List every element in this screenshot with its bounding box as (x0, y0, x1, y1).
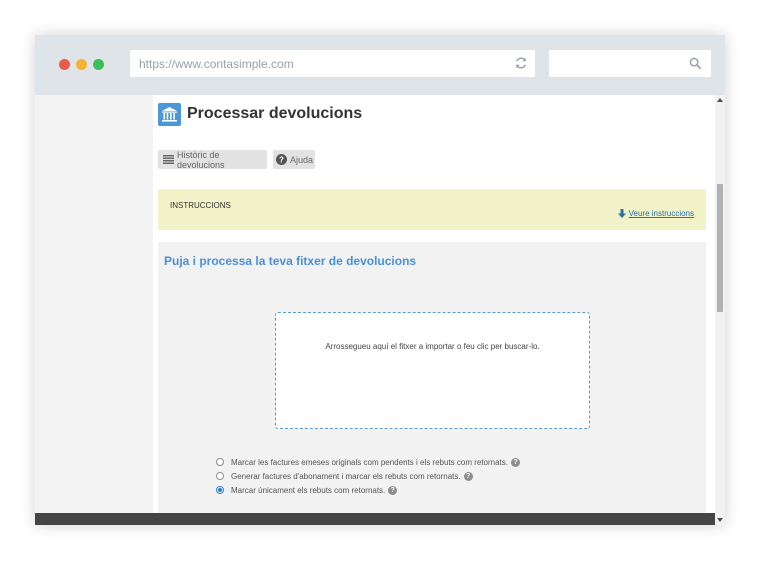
scroll-down-arrow-icon[interactable] (717, 517, 723, 523)
option-label: Marcar les factures emeses originals com… (231, 457, 509, 467)
upload-panel: Puja i processa la teva fitxer de devolu… (158, 242, 706, 525)
radio-mark-invoices-pending[interactable] (216, 458, 224, 466)
address-bar-url: https://www.contasimple.com (139, 57, 294, 71)
page-footer-bar (35, 513, 715, 525)
reload-icon[interactable] (514, 56, 528, 70)
history-button-label: Històric de devolucions (177, 149, 225, 170)
question-icon: ? (276, 154, 287, 165)
maximize-window-button[interactable] (93, 59, 104, 70)
instructions-title: INSTRUCCIONS (170, 201, 231, 210)
option-mark-receipts-only[interactable]: Marcar únicament els rebuts com retornat… (216, 484, 398, 496)
left-sidebar (35, 95, 153, 525)
dropzone-text: Arrossegueu aquí el fitxer a importar o … (325, 342, 540, 351)
option-generate-credit-invoices[interactable]: Generar factures d'abonament i marcar el… (216, 470, 473, 482)
history-button[interactable]: Històric de devolucions (158, 149, 267, 170)
question-icon[interactable]: ? (463, 471, 473, 481)
scrollbar-thumb[interactable] (717, 184, 723, 312)
vertical-scrollbar[interactable] (715, 95, 725, 525)
browser-search-bar[interactable] (549, 50, 711, 77)
view-instructions-link[interactable]: Veure instruccions (617, 209, 694, 218)
upload-panel-title: Puja i processa la teva fitxer de devolu… (164, 254, 417, 268)
question-icon[interactable]: ? (388, 485, 398, 495)
minimize-window-button[interactable] (76, 59, 87, 70)
svg-text:?: ? (279, 155, 284, 164)
page-viewport: Processar devolucions Històric de devolu… (35, 95, 725, 525)
file-dropzone[interactable]: Arrossegueu aquí el fitxer a importar o … (275, 312, 590, 429)
option-label: Generar factures d'abonament i marcar el… (231, 471, 461, 481)
list-icon (163, 155, 174, 164)
option-label: Marcar únicament els rebuts com retornat… (231, 485, 386, 495)
search-icon[interactable] (689, 57, 702, 70)
help-button-label: Ajuda (290, 154, 314, 165)
page-title: Processar devolucions (187, 105, 363, 122)
help-button[interactable]: ? Ajuda (273, 150, 315, 169)
bank-icon (158, 103, 181, 126)
view-instructions-label: Veure instruccions (628, 209, 694, 218)
question-icon[interactable]: ? (511, 457, 521, 467)
close-window-button[interactable] (59, 59, 70, 70)
browser-toolbar: https://www.contasimple.com (35, 35, 725, 95)
browser-window: https://www.contasimple.com Processar de… (35, 35, 725, 525)
main-content: Processar devolucions Històric de devolu… (153, 95, 715, 525)
option-mark-invoices-pending[interactable]: Marcar les factures emeses originals com… (216, 456, 521, 468)
radio-generate-credit-invoices[interactable] (216, 472, 224, 480)
radio-mark-receipts-only[interactable] (216, 486, 224, 494)
scroll-up-arrow-icon[interactable] (717, 97, 723, 103)
instructions-box: INSTRUCCIONS Veure instruccions (158, 189, 706, 230)
arrow-down-icon (617, 209, 626, 218)
address-bar[interactable]: https://www.contasimple.com (130, 50, 535, 77)
